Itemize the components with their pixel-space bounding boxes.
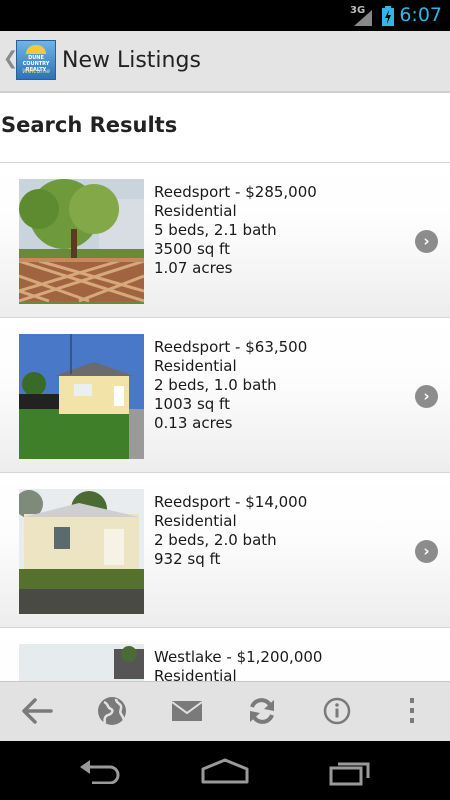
listing-title: Westlake - $1,200,000 [154, 648, 323, 666]
battery-charging-icon [382, 6, 394, 26]
logo-text-bottom: Welcome [22, 68, 50, 75]
system-back-icon[interactable] [78, 758, 122, 784]
app-logo[interactable]: DUNE COUNTRY REALTY Welcome [16, 40, 56, 80]
chevron-right-icon[interactable]: › [415, 385, 438, 408]
listing-acres: 0.13 acres [154, 414, 233, 432]
listing-row[interactable]: Reedsport - $285,000 Residential 5 beds,… [0, 163, 450, 318]
action-bar: ❮ DUNE COUNTRY REALTY Welcome New Listin… [0, 31, 450, 93]
listing-beds-baths: 2 beds, 2.0 bath [154, 531, 277, 549]
listing-type: Residential [154, 202, 237, 220]
page-title: Search Results [1, 113, 178, 137]
listing-title: Reedsport - $285,000 [154, 183, 317, 201]
overflow-menu-icon[interactable] [394, 695, 430, 727]
listing-details: Reedsport - $63,500 Residential 2 beds, … [154, 338, 307, 433]
signal-icon [354, 10, 372, 26]
listing-sqft: 1003 sq ft [154, 395, 230, 413]
listing-row[interactable]: Reedsport - $14,000 Residential 2 beds, … [0, 473, 450, 628]
clock: 6:07 [399, 4, 442, 26]
listing-details: Reedsport - $14,000 Residential 2 beds, … [154, 493, 307, 569]
logo-sun [26, 45, 46, 54]
system-nav-bar [0, 741, 450, 800]
screen-title: New Listings [62, 48, 201, 73]
listing-title: Reedsport - $63,500 [154, 338, 308, 356]
mail-icon[interactable] [169, 695, 205, 727]
listing-acres: 1.07 acres [154, 259, 233, 277]
listing-row[interactable]: Reedsport - $63,500 Residential 2 beds, … [0, 318, 450, 473]
listing-title: Reedsport - $14,000 [154, 493, 308, 511]
listing-type: Residential [154, 357, 237, 375]
listing-details: Reedsport - $285,000 Residential 5 beds,… [154, 183, 317, 278]
bottom-toolbar [0, 681, 450, 741]
system-recents-icon[interactable] [328, 758, 374, 786]
listing-photo [19, 489, 144, 614]
back-arrow-icon[interactable] [19, 695, 55, 727]
refresh-icon[interactable] [244, 695, 280, 727]
listing-type: Residential [154, 512, 237, 530]
chevron-right-icon[interactable]: › [415, 230, 438, 253]
info-icon[interactable] [319, 695, 355, 727]
listing-photo [19, 334, 144, 459]
results-header: Search Results [0, 93, 450, 163]
chevron-right-icon[interactable]: › [415, 540, 438, 563]
listing-sqft: 3500 sq ft [154, 240, 230, 258]
system-home-icon[interactable] [200, 758, 250, 784]
listing-beds-baths: 5 beds, 2.1 bath [154, 221, 277, 239]
status-bar: 3G 6:07 [0, 0, 450, 31]
globe-icon[interactable] [94, 695, 130, 727]
listing-beds-baths: 2 beds, 1.0 bath [154, 376, 277, 394]
listing-photo [19, 179, 144, 304]
listing-sqft: 932 sq ft [154, 550, 221, 568]
